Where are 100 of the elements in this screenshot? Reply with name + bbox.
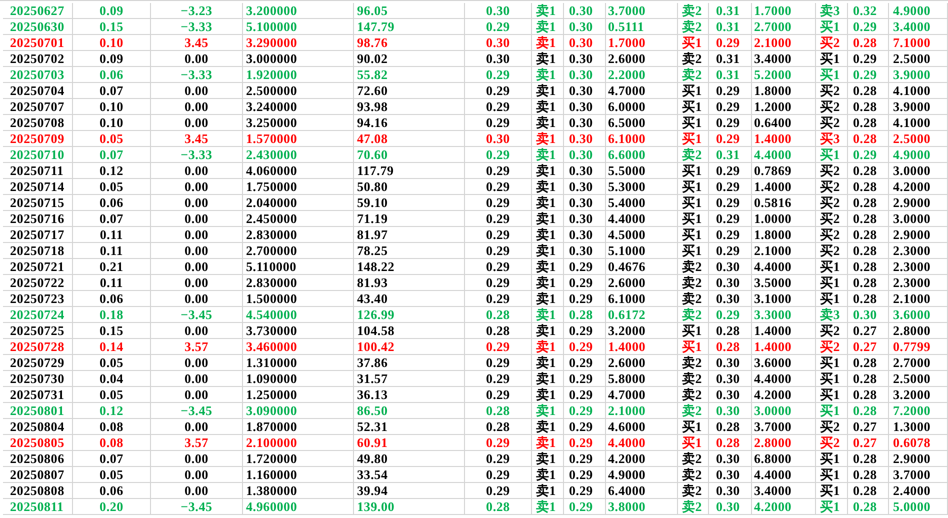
- table-cell: 2.3000: [889, 275, 948, 291]
- table-cell: 148.22: [354, 259, 465, 275]
- table-cell: 0.28: [848, 259, 889, 275]
- table-cell: 147.79: [354, 19, 465, 35]
- table-cell: 卖1: [532, 211, 564, 227]
- table-cell: 买2: [816, 99, 848, 115]
- table-cell: 卖2: [678, 403, 709, 419]
- table-cell: 卖1: [532, 163, 564, 179]
- table-cell: 买1: [816, 387, 848, 403]
- table-cell: 买1: [816, 19, 848, 35]
- table-cell: 1.4000: [752, 323, 816, 339]
- table-cell: 0.05: [73, 467, 151, 483]
- table-cell: 0.30: [564, 131, 606, 147]
- table-cell: 0.11: [73, 275, 151, 291]
- table-cell: 5.2000: [752, 67, 816, 83]
- table-cell: 36.13: [354, 387, 465, 403]
- table-cell: 0.29: [709, 227, 752, 243]
- table-cell: 20250805: [3, 435, 73, 451]
- table-cell: 20250711: [3, 163, 73, 179]
- table-cell: 0.29: [465, 291, 532, 307]
- table-cell: 0.29: [564, 435, 606, 451]
- table-cell: 0.29: [465, 115, 532, 131]
- table-cell: 3.250000: [243, 115, 354, 131]
- table-cell: 0.30: [709, 483, 752, 499]
- table-cell: 卖1: [532, 323, 564, 339]
- table-cell: 卖2: [678, 355, 709, 371]
- table-cell: 2.700000: [243, 243, 354, 259]
- table-cell: 1.090000: [243, 371, 354, 387]
- table-cell: 0.28: [848, 371, 889, 387]
- table-cell: 0.28: [848, 243, 889, 259]
- table-cell: 0.30: [564, 147, 606, 163]
- table-cell: 0.29: [709, 179, 752, 195]
- table-cell: 0.28: [848, 291, 889, 307]
- table-cell: 0.5111: [606, 19, 678, 35]
- table-cell: 买2: [816, 83, 848, 99]
- table-cell: 70.60: [354, 147, 465, 163]
- table-cell: 0.28: [848, 451, 889, 467]
- table-cell: 买1: [816, 147, 848, 163]
- table-cell: 0.28: [709, 339, 752, 355]
- table-cell: 0.08: [73, 419, 151, 435]
- table-cell: 0.29: [709, 243, 752, 259]
- table-cell: 94.16: [354, 115, 465, 131]
- table-cell: 0.00: [151, 323, 243, 339]
- table-cell: 卖1: [532, 195, 564, 211]
- table-cell: 卖2: [678, 259, 709, 275]
- table-cell: 0.00: [151, 371, 243, 387]
- table-cell: 0.30: [709, 451, 752, 467]
- table-cell: 0.30: [465, 3, 532, 19]
- table-cell: 59.10: [354, 195, 465, 211]
- table-cell: 0.29: [465, 259, 532, 275]
- table-cell: 20250725: [3, 323, 73, 339]
- table-cell: 1.570000: [243, 131, 354, 147]
- table-cell: 2.3000: [889, 243, 948, 259]
- table-cell: 2.4000: [889, 483, 948, 499]
- table-cell: 4.1000: [889, 83, 948, 99]
- table-cell: 0.28: [848, 227, 889, 243]
- table-cell: 1.8000: [752, 83, 816, 99]
- table-cell: 0.29: [465, 451, 532, 467]
- table-cell: 0.29: [564, 291, 606, 307]
- table-cell: 4.7000: [606, 83, 678, 99]
- table-cell: 0.28: [709, 419, 752, 435]
- table-cell: 3.7000: [889, 467, 948, 483]
- table-cell: 卖1: [532, 83, 564, 99]
- table-cell: 0.09: [73, 51, 151, 67]
- table-cell: 卖1: [532, 339, 564, 355]
- table-cell: 3.2000: [889, 387, 948, 403]
- table-cell: 买1: [678, 35, 709, 51]
- table-cell: 买1: [678, 115, 709, 131]
- table-cell: 6.1000: [606, 131, 678, 147]
- table-cell: 0.28: [465, 499, 532, 515]
- table-cell: 卖1: [532, 291, 564, 307]
- table-cell: 1.4000: [752, 339, 816, 355]
- table-cell: 0.28: [848, 99, 889, 115]
- table-cell: 买1: [678, 323, 709, 339]
- table-cell: 3.57: [151, 339, 243, 355]
- table-cell: 20250704: [3, 83, 73, 99]
- table-cell: 0.10: [73, 99, 151, 115]
- table-cell: 0.30: [564, 227, 606, 243]
- table-cell: 0.29: [709, 307, 752, 323]
- table-cell: 81.93: [354, 275, 465, 291]
- table-cell: 0.00: [151, 291, 243, 307]
- table-cell: 20250808: [3, 483, 73, 499]
- table-cell: 买1: [678, 243, 709, 259]
- table-cell: 3.5000: [752, 275, 816, 291]
- table-cell: 0.28: [465, 403, 532, 419]
- table-cell: 0.28: [848, 115, 889, 131]
- table-cell: 20250801: [3, 403, 73, 419]
- table-cell: 50.80: [354, 179, 465, 195]
- table-cell: 0.29: [465, 339, 532, 355]
- table-cell: 0.10: [73, 115, 151, 131]
- table-cell: 0.29: [465, 387, 532, 403]
- table-cell: 0.28: [465, 419, 532, 435]
- table-cell: 20250728: [3, 339, 73, 355]
- table-cell: 卖1: [532, 435, 564, 451]
- table-cell: 4.5000: [606, 227, 678, 243]
- table-cell: 卖1: [532, 387, 564, 403]
- table-cell: 2.040000: [243, 195, 354, 211]
- table-cell: 1.380000: [243, 483, 354, 499]
- table-cell: 0.29: [564, 451, 606, 467]
- table-cell: 0.04: [73, 371, 151, 387]
